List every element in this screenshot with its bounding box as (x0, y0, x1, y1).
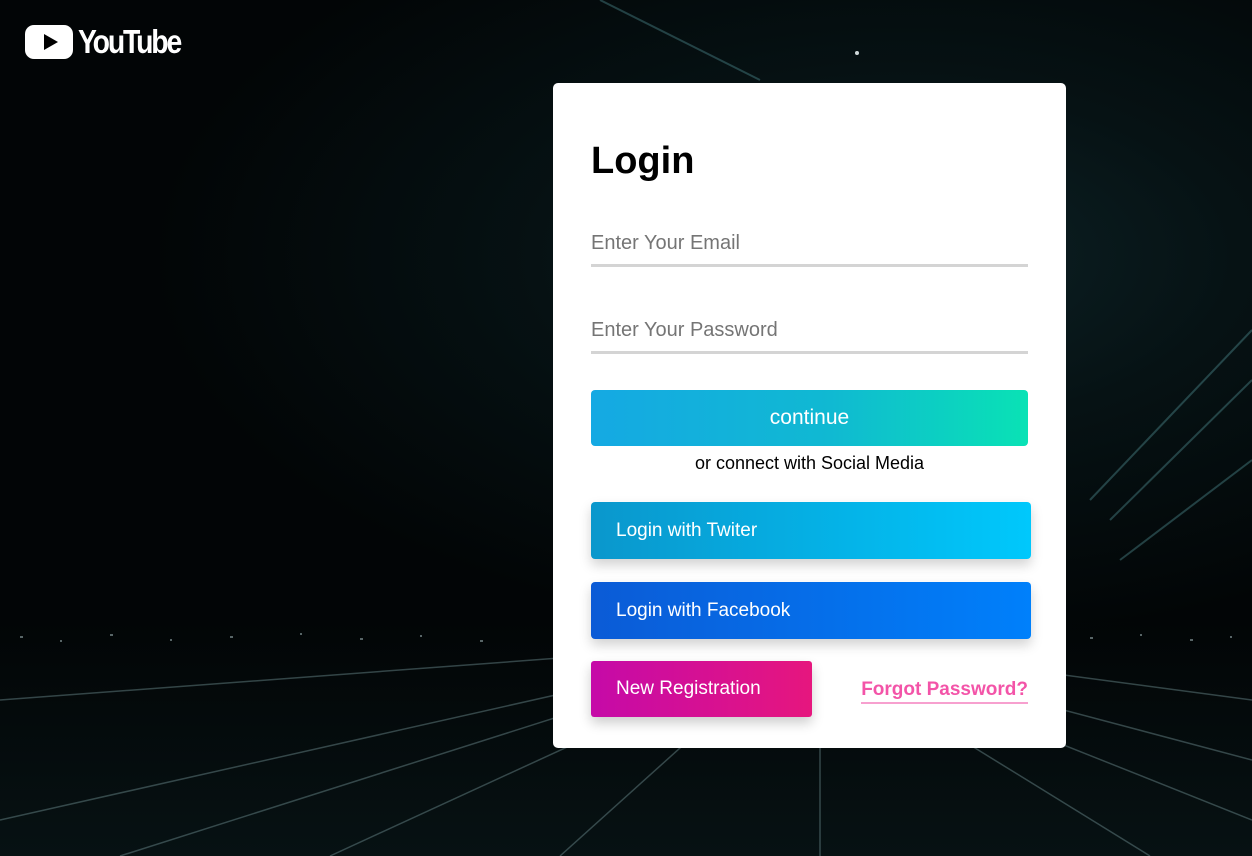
new-registration-button[interactable]: New Registration (591, 661, 812, 717)
password-input[interactable] (591, 309, 1028, 354)
login-title: Login (591, 140, 695, 182)
logo-text: YouTube (78, 23, 182, 60)
youtube-logo[interactable]: YouTube (25, 25, 197, 59)
social-media-note: or connect with Social Media (694, 453, 925, 473)
login-card: Login continue or connect with Social Me… (553, 83, 1066, 748)
email-input[interactable] (591, 222, 1028, 267)
forgot-password-link[interactable]: Forgot Password? (861, 679, 1028, 704)
continue-button[interactable]: continue (591, 390, 1028, 446)
youtube-play-icon (25, 25, 73, 59)
login-facebook-button[interactable]: Login with Facebook (591, 582, 1031, 639)
login-twitter-button[interactable]: Login with Twiter (591, 502, 1031, 559)
